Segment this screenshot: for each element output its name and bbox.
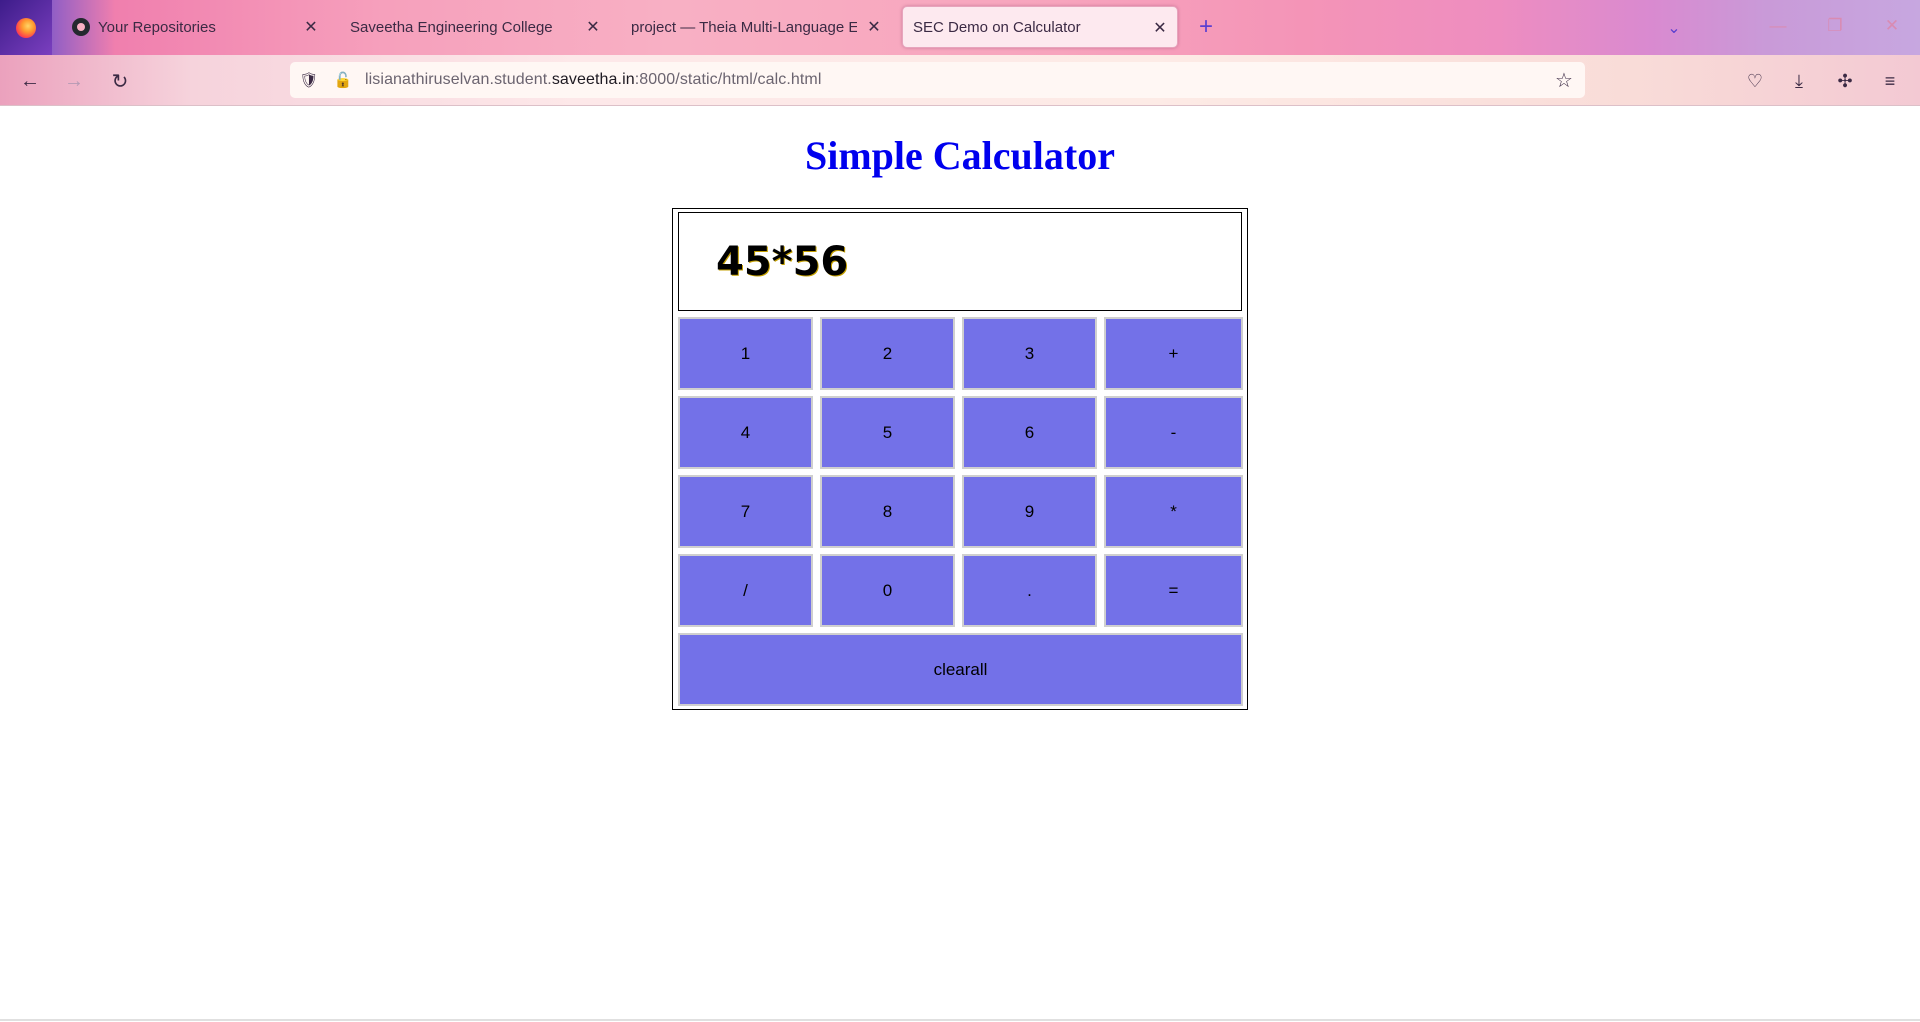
- pocket-icon[interactable]: ♡: [1741, 67, 1769, 95]
- key-multiply[interactable]: *: [1104, 475, 1243, 548]
- key-4[interactable]: 4: [678, 396, 813, 469]
- key-0[interactable]: 0: [820, 554, 955, 627]
- tab-your-repositories[interactable]: Your Repositories ✕: [62, 6, 328, 48]
- tab-project-theia[interactable]: project — Theia Multi-Language Ex ✕: [621, 6, 891, 48]
- clear-all-button[interactable]: clearall: [678, 633, 1243, 706]
- firefox-menu-button[interactable]: [0, 0, 52, 55]
- url-host: saveetha.in: [551, 71, 635, 88]
- tab-sec-demo-calculator[interactable]: SEC Demo on Calculator ✕: [902, 6, 1178, 48]
- key-8[interactable]: 8: [820, 475, 955, 548]
- hamburger-menu-icon[interactable]: ≡: [1876, 67, 1904, 95]
- url-text[interactable]: lisianathiruselvan.student.saveetha.in:8…: [365, 71, 822, 89]
- key-6[interactable]: 6: [962, 396, 1097, 469]
- forward-arrow-icon[interactable]: →: [58, 65, 90, 97]
- page-bottom-divider: [0, 1019, 1920, 1021]
- key-9[interactable]: 9: [962, 475, 1097, 548]
- key-equals[interactable]: =: [1104, 554, 1243, 627]
- downloads-icon[interactable]: ⤓: [1785, 67, 1813, 95]
- tab-title: Your Repositories: [98, 18, 216, 36]
- close-icon[interactable]: ✕: [302, 18, 320, 36]
- tab-saveetha-engineering-college[interactable]: Saveetha Engineering College ✕: [340, 6, 610, 48]
- key-2[interactable]: 2: [820, 317, 955, 390]
- new-tab-plus-icon[interactable]: +: [1192, 13, 1220, 41]
- tab-title: Saveetha Engineering College: [350, 18, 553, 36]
- calculator: 45*56 1 2 3 + 4 5 6 - 7 8 9 * / 0 . = cl…: [672, 208, 1248, 710]
- key-minus[interactable]: -: [1104, 396, 1243, 469]
- key-3[interactable]: 3: [962, 317, 1097, 390]
- insecure-lock-icon[interactable]: 🔓: [332, 69, 354, 91]
- navigation-bar: ← → ↻ 🛡 🔓 lisianathiruselvan.student.sav…: [0, 55, 1920, 106]
- tab-title: project — Theia Multi-Language Ex: [631, 18, 857, 36]
- extensions-puzzle-icon[interactable]: ✣: [1831, 67, 1859, 95]
- bookmark-star-icon[interactable]: ☆: [1553, 69, 1575, 92]
- key-decimal[interactable]: .: [962, 554, 1097, 627]
- close-icon[interactable]: ✕: [1151, 19, 1169, 37]
- calculator-display: 45*56: [678, 212, 1242, 311]
- reload-icon[interactable]: ↻: [104, 65, 136, 97]
- back-arrow-icon[interactable]: ←: [14, 65, 46, 97]
- close-icon[interactable]: ✕: [865, 18, 883, 36]
- page-title: Simple Calculator: [805, 133, 1115, 178]
- tab-title: SEC Demo on Calculator: [913, 18, 1081, 36]
- key-7[interactable]: 7: [678, 475, 813, 548]
- github-icon: [72, 18, 90, 36]
- firefox-logo-icon: [16, 17, 36, 38]
- list-all-tabs-chevron-down-icon[interactable]: ⌄: [1660, 14, 1688, 42]
- shield-icon[interactable]: 🛡: [298, 69, 320, 91]
- tab-bar: Your Repositories ✕ Saveetha Engineering…: [0, 0, 1920, 55]
- key-divide[interactable]: /: [678, 554, 813, 627]
- minimize-icon[interactable]: —: [1758, 10, 1798, 42]
- url-prefix: lisianathiruselvan.student.: [365, 71, 552, 88]
- url-bar[interactable]: 🛡 🔓 lisianathiruselvan.student.saveetha.…: [290, 62, 1585, 98]
- key-plus[interactable]: +: [1104, 317, 1243, 390]
- key-5[interactable]: 5: [820, 396, 955, 469]
- window-close-icon[interactable]: ✕: [1872, 10, 1912, 42]
- key-1[interactable]: 1: [678, 317, 813, 390]
- close-icon[interactable]: ✕: [584, 18, 602, 36]
- restore-icon[interactable]: ❐: [1815, 10, 1855, 42]
- display-value: 45*56: [716, 239, 849, 285]
- url-suffix: :8000/static/html/calc.html: [634, 71, 822, 88]
